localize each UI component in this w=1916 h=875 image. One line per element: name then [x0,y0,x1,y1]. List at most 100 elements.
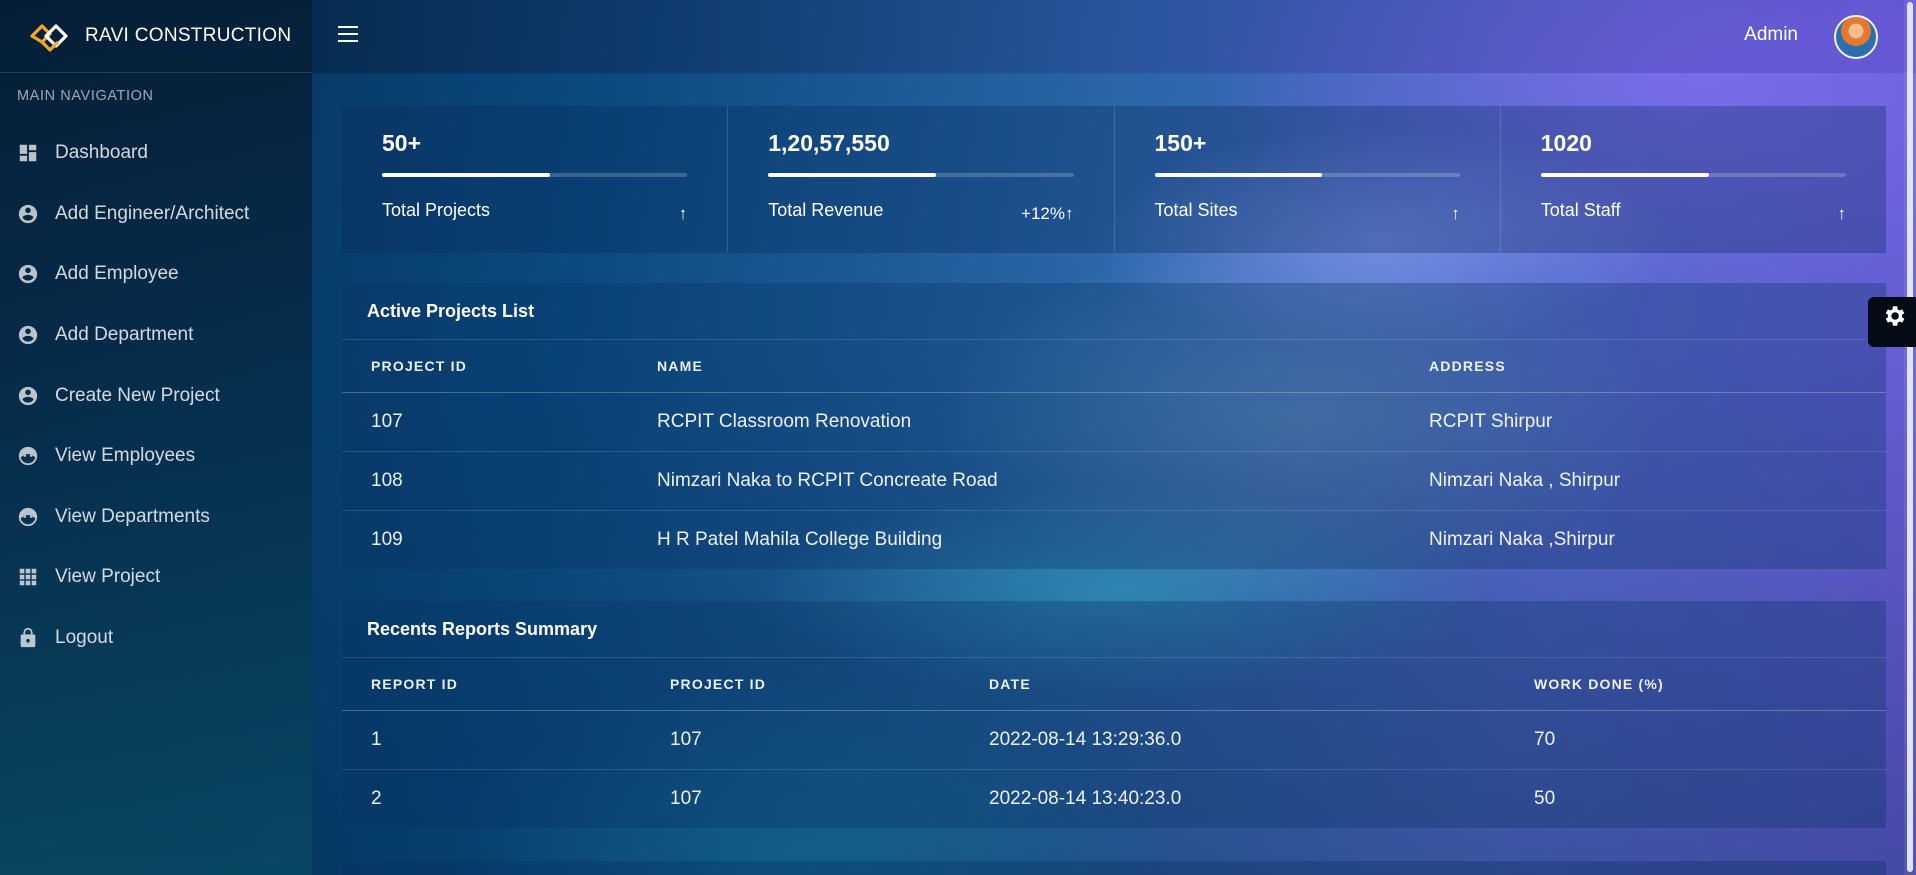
table-cell: 50 [1534,787,1556,809]
hamburger-icon[interactable] [338,26,360,46]
stat-label: Total Projects [382,200,491,220]
table-row[interactable]: 2 107 2022-08-14 13:40:23.0 50 [342,769,1886,828]
sidebar-item-view-departments[interactable]: View Departments [0,487,312,548]
column-header: DATE [960,658,1505,711]
gear-icon [1885,306,1905,326]
sidebar-item-add-engineer[interactable]: Add Engineer/Architect [0,184,312,245]
table-cell: H R Patel Mahila College Building [657,528,943,550]
column-header: PROJECT ID [342,340,628,393]
scrollbar-thumb[interactable] [1907,2,1913,872]
brand-name: RAVI CONSTRUCTION [85,25,292,46]
face-icon [17,445,39,467]
table-cell: 108 [342,451,628,511]
nav-heading: MAIN NAVIGATION [17,88,154,104]
sidebar-item-label: View Departments [55,505,210,527]
progress-bar [382,173,688,177]
active-projects-table: PROJECT ID NAME ADDRESS 107 RCPIT Classr… [342,340,1886,569]
trend-indicator: ↑ [678,204,688,223]
user-circle-icon [17,263,39,285]
stat-value: 1,20,57,550 [768,130,890,156]
face-icon [17,506,39,528]
table-cell: 2022-08-14 13:40:23.0 [989,787,1182,809]
sidebar-item-label: View Employees [55,445,196,467]
column-header: NAME [628,340,1400,393]
sidebar-item-view-employees[interactable]: View Employees [0,426,312,487]
trend-indicator: ↑ [1837,204,1847,223]
panel-title: Recents Reports Summary [342,601,1886,658]
user-label[interactable]: Admin [1744,24,1798,46]
progress-fill [768,173,937,177]
scrollbar[interactable] [1904,0,1916,875]
sidebar-item-add-department[interactable]: Add Department [0,305,312,366]
column-header: PROJECT ID [641,658,960,711]
panel-title: Active Projects List [342,283,1886,340]
table-cell: 107 [670,787,702,809]
avatar[interactable] [1834,15,1878,59]
table-row[interactable]: 108 Nimzari Naka to RCPIT Concreate Road… [342,451,1886,511]
table-cell: RCPIT Classroom Renovation [628,392,1400,452]
sidebar-item-label: Add Engineer/Architect [55,202,250,224]
grid-icon [17,566,39,588]
table-cell: 109 [371,528,403,550]
table-cell: 70 [1505,710,1886,770]
sidebar-item-view-project[interactable]: View Project [0,547,312,608]
stat-card-projects: 50+ Total Projects ↑ [342,106,729,253]
reports-table: REPORT ID PROJECT ID DATE WORK DONE (%) … [342,658,1886,828]
lock-icon [17,627,39,649]
trend-indicator: ↑ [1451,204,1460,223]
progress-fill [1154,173,1323,177]
sidebar-item-label: View Project [55,566,161,588]
sidebar-item-dashboard[interactable]: Dashboard [0,123,312,184]
stat-label: Total Staff [1540,200,1621,220]
column-header: REPORT ID [342,658,641,711]
table-cell: 107 [342,392,628,452]
table-cell: RCPIT Shirpur [1400,392,1886,452]
active-projects-panel: Active Projects List PROJECT ID NAME ADD… [342,283,1886,569]
reports-panel: Recents Reports Summary REPORT ID PROJEC… [342,601,1886,828]
sidebar: RAVI CONSTRUCTION MAIN NAVIGATION Dashbo… [0,0,312,875]
next-panel-edge [342,861,1886,875]
table-cell: Nimzari Naka to RCPIT Concreate Road [628,451,1400,511]
table-cell: Nimzari Naka ,Shirpur [1429,528,1615,550]
table-cell: 107 [641,710,960,770]
table-header-row: REPORT ID PROJECT ID DATE WORK DONE (%) [342,658,1886,711]
progress-bar [1154,173,1460,177]
trend-indicator: +12%↑ [1021,204,1074,223]
stat-value: 1020 [1540,130,1592,156]
stat-card-sites: 150+ Total Sites ↑ [1115,106,1501,253]
stat-label: Total Sites [1154,200,1238,220]
stat-card-revenue: 1,20,57,550 Total Revenue +12%↑ [728,106,1115,253]
user-circle-icon [17,324,39,346]
column-header: ADDRESS [1400,340,1886,393]
table-row[interactable]: 107 RCPIT Classroom Renovation RCPIT Shi… [342,392,1886,452]
stat-card-staff: 1020 Total Staff ↑ [1501,106,1886,253]
table-cell: 2 [371,787,382,809]
dashboard-icon [17,142,39,164]
sidebar-item-label: Dashboard [55,142,148,164]
top-bar: Admin [312,0,1916,73]
sidebar-item-label: Add Department [55,324,194,346]
progress-bar [768,173,1074,177]
table-cell: Nimzari Naka , Shirpur [1400,451,1886,511]
logo-icon [30,24,68,52]
table-row[interactable]: 1 107 2022-08-14 13:29:36.0 70 [342,710,1886,770]
table-cell: 2022-08-14 13:29:36.0 [960,710,1505,770]
stat-value: 150+ [1154,130,1207,156]
column-header: WORK DONE (%) [1505,658,1886,711]
user-circle-icon [17,203,39,225]
sidebar-item-create-project[interactable]: Create New Project [0,365,312,426]
table-header-row: PROJECT ID NAME ADDRESS [342,340,1886,393]
progress-fill [1540,173,1709,177]
table-row[interactable]: 109 H R Patel Mahila College Building Ni… [342,510,1886,569]
stat-value: 50+ [382,130,422,156]
sidebar-item-label: Add Employee [55,263,179,285]
sidebar-item-add-employee[interactable]: Add Employee [0,244,312,305]
sidebar-item-label: Logout [55,627,114,649]
brand[interactable]: RAVI CONSTRUCTION [0,0,312,73]
stats-row: 50+ Total Projects ↑ 1,20,57,550 Total R… [342,106,1886,253]
progress-fill [382,173,550,177]
settings-button[interactable] [1868,297,1916,347]
sidebar-item-logout[interactable]: Logout [0,608,312,669]
table-cell: 1 [342,710,641,770]
progress-bar [1540,173,1846,177]
